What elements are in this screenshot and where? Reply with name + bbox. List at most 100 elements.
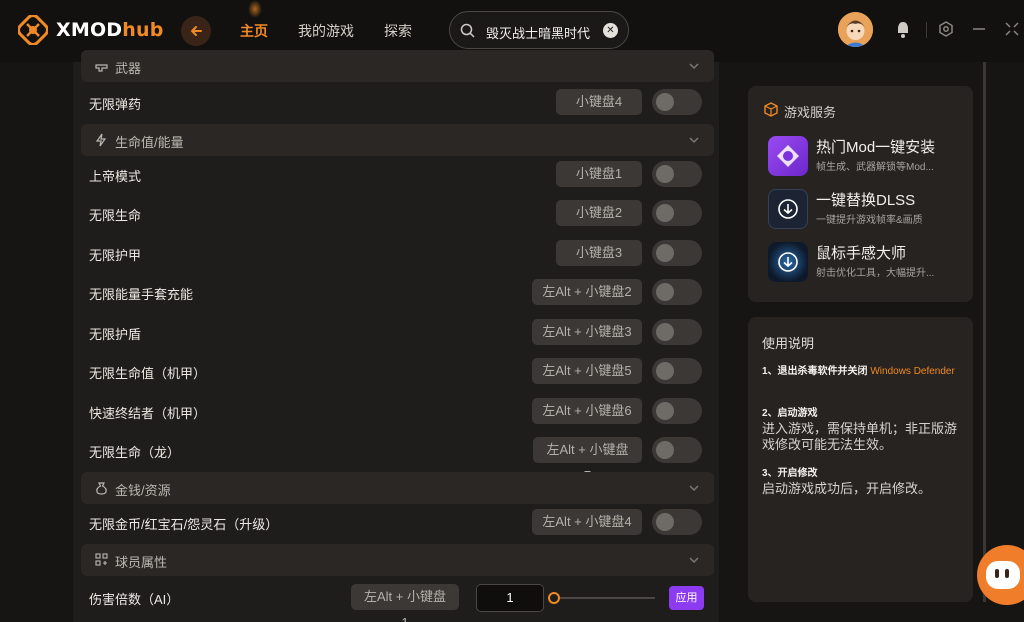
search-input[interactable]: 毁灭战士暗黑时代 ✕ [449, 11, 629, 49]
instructions-panel: 使用说明 1、退出杀毒软件并关闭 Windows Defender 2、启动游戏… [748, 317, 973, 602]
hotkey-badge[interactable]: 左Alt + 小键盘7 [533, 437, 642, 483]
cheat-row: 无限生命（龙） 左Alt + 小键盘7 [81, 433, 714, 483]
cheat-label: 无限生命值（机甲） [89, 366, 207, 381]
hotkey-badge[interactable]: 小键盘1 [556, 161, 642, 187]
cheat-row: 快速终结者（机甲） 左Alt + 小键盘6 [81, 394, 714, 430]
hotkey-badge[interactable]: 左Alt + 小键盘1 [351, 584, 459, 622]
cheat-toggle[interactable] [652, 319, 702, 345]
nav-home[interactable]: 主页 [240, 21, 268, 41]
weapon-icon [95, 64, 108, 72]
hotkey-badge[interactable]: 左Alt + 小键盘2 [532, 279, 642, 305]
step-heading: 1、退出杀毒软件并关闭 [762, 366, 868, 377]
nav-active-glow [248, 0, 262, 18]
section-title: 生命值/能量 [115, 135, 184, 150]
section-health[interactable]: 生命值/能量 [81, 124, 714, 156]
back-button[interactable] [181, 16, 211, 46]
nav-explore[interactable]: 探索 [384, 21, 412, 41]
cheat-row: 无限生命 小键盘2 [81, 196, 714, 232]
fullscreen-icon[interactable] [1005, 21, 1019, 37]
app-logo[interactable]: XMODhub [18, 15, 164, 45]
hotkey-badge[interactable]: 小键盘2 [556, 200, 642, 226]
hotkey-badge[interactable]: 左Alt + 小键盘5 [532, 358, 642, 384]
cheat-label: 无限能量手套充能 [89, 287, 194, 302]
service-mouse-master[interactable]: 鼠标手感大师 射击优化工具，大幅提升... [768, 239, 968, 285]
chevron-down-icon[interactable] [688, 60, 700, 72]
cheat-label: 无限生命（龙） [89, 445, 181, 460]
cheat-toggle[interactable] [652, 509, 702, 535]
damage-slider-thumb[interactable] [548, 592, 560, 604]
game-services-panel: 游戏服务 热门Mod一键安装 帧生成、武器解锁等Mod... 一键替换DLSS … [748, 86, 973, 302]
cheat-row: 无限生命值（机甲） 左Alt + 小键盘5 [81, 354, 714, 390]
service-mod-install[interactable]: 热门Mod一键安装 帧生成、武器解锁等Mod... [768, 133, 968, 179]
chevron-down-icon[interactable] [688, 134, 700, 146]
damage-multiplier-input[interactable]: 1 [476, 584, 544, 612]
section-player[interactable]: 球员属性 [81, 544, 714, 576]
cheat-row: 无限金币/红宝石/怨灵石（升级） 左Alt + 小键盘4 [81, 505, 714, 541]
arrow-left-icon [191, 26, 202, 36]
avatar-image [838, 12, 873, 47]
damage-slider-track[interactable] [551, 597, 655, 599]
hotkey-badge[interactable]: 小键盘4 [556, 89, 642, 115]
notification-icon[interactable] [895, 21, 911, 39]
cheat-toggle[interactable] [652, 89, 702, 115]
chevron-down-icon[interactable] [688, 554, 700, 566]
mod-icon [768, 136, 808, 176]
cheat-row: 无限护甲 小键盘3 [81, 236, 714, 272]
instruction-step-2: 2、启动游戏 进入游戏，需保持单机；非正版游戏修改可能无法生效。 [762, 407, 962, 453]
settings-icon[interactable] [938, 21, 954, 37]
logo-icon [18, 15, 48, 45]
cheat-toggle[interactable] [652, 200, 702, 226]
search-value[interactable]: 毁灭战士暗黑时代 [486, 23, 590, 42]
stats-grid-icon [95, 553, 108, 566]
service-dlss[interactable]: 一键替换DLSS 一键提升游戏帧率&画质 [768, 186, 968, 232]
cheat-list-panel: 武器 无限弹药 小键盘4 生命值/能量 上帝模式 小键盘1 无限生命 小键盘2 … [73, 50, 719, 622]
service-desc: 一键提升游戏帧率&画质 [816, 215, 923, 226]
cheat-label: 无限护甲 [89, 248, 142, 263]
hotkey-badge[interactable]: 左Alt + 小键盘3 [532, 319, 642, 345]
cheat-label: 伤害倍数（AI） [89, 592, 180, 607]
cheat-label: 无限生命 [89, 208, 142, 223]
hotkey-badge[interactable]: 左Alt + 小键盘4 [532, 509, 642, 535]
apply-button[interactable]: 应用 [669, 586, 704, 610]
cheat-toggle[interactable] [652, 358, 702, 384]
mouse-tune-icon [768, 242, 808, 282]
cheat-row: 无限能量手套充能 左Alt + 小键盘2 [81, 275, 714, 311]
clear-search-button[interactable]: ✕ [603, 23, 618, 38]
scrollbar[interactable] [983, 62, 986, 602]
cheat-label: 无限护盾 [89, 327, 142, 342]
instructions-title: 使用说明 [762, 336, 815, 351]
minimize-icon[interactable] [972, 21, 986, 37]
service-name: 热门Mod一键安装 [816, 139, 936, 156]
step-body: 启动游戏成功后，开启修改。 [762, 481, 932, 496]
cheat-toggle[interactable] [652, 279, 702, 305]
section-money[interactable]: 金钱/资源 [81, 472, 714, 504]
cheat-toggle[interactable] [652, 437, 702, 463]
service-desc: 射击优化工具，大幅提升... [816, 268, 935, 279]
logo-text: XMODhub [56, 19, 164, 41]
cheat-label: 快速终结者（机甲） [89, 406, 207, 421]
section-title: 球员属性 [115, 555, 168, 570]
section-weapons[interactable]: 武器 [81, 50, 714, 82]
top-divider [926, 22, 927, 38]
cheat-toggle[interactable] [652, 240, 702, 266]
windows-defender-highlight: Windows Defender [870, 366, 955, 377]
section-title: 武器 [115, 61, 142, 76]
avatar[interactable] [838, 12, 873, 47]
hotkey-badge[interactable]: 小键盘3 [556, 240, 642, 266]
cheat-toggle[interactable] [652, 398, 702, 424]
nav-my-games[interactable]: 我的游戏 [298, 21, 354, 41]
lightning-icon [95, 133, 107, 147]
cheat-label: 无限弹药 [89, 97, 142, 112]
service-desc: 帧生成、武器解锁等Mod... [816, 162, 934, 173]
hotkey-badge[interactable]: 左Alt + 小键盘6 [532, 398, 642, 424]
chevron-down-icon[interactable] [688, 482, 700, 494]
cheat-toggle[interactable] [652, 161, 702, 187]
assistant-button[interactable] [977, 545, 1024, 605]
cheat-label: 无限金币/红宝石/怨灵石（升级） [89, 517, 279, 532]
search-icon [460, 23, 475, 38]
section-title: 金钱/资源 [115, 483, 171, 498]
cheat-row: 无限护盾 左Alt + 小键盘3 [81, 315, 714, 351]
assistant-face-icon [986, 561, 1020, 589]
services-title: 游戏服务 [784, 105, 837, 120]
service-name: 鼠标手感大师 [816, 245, 907, 262]
